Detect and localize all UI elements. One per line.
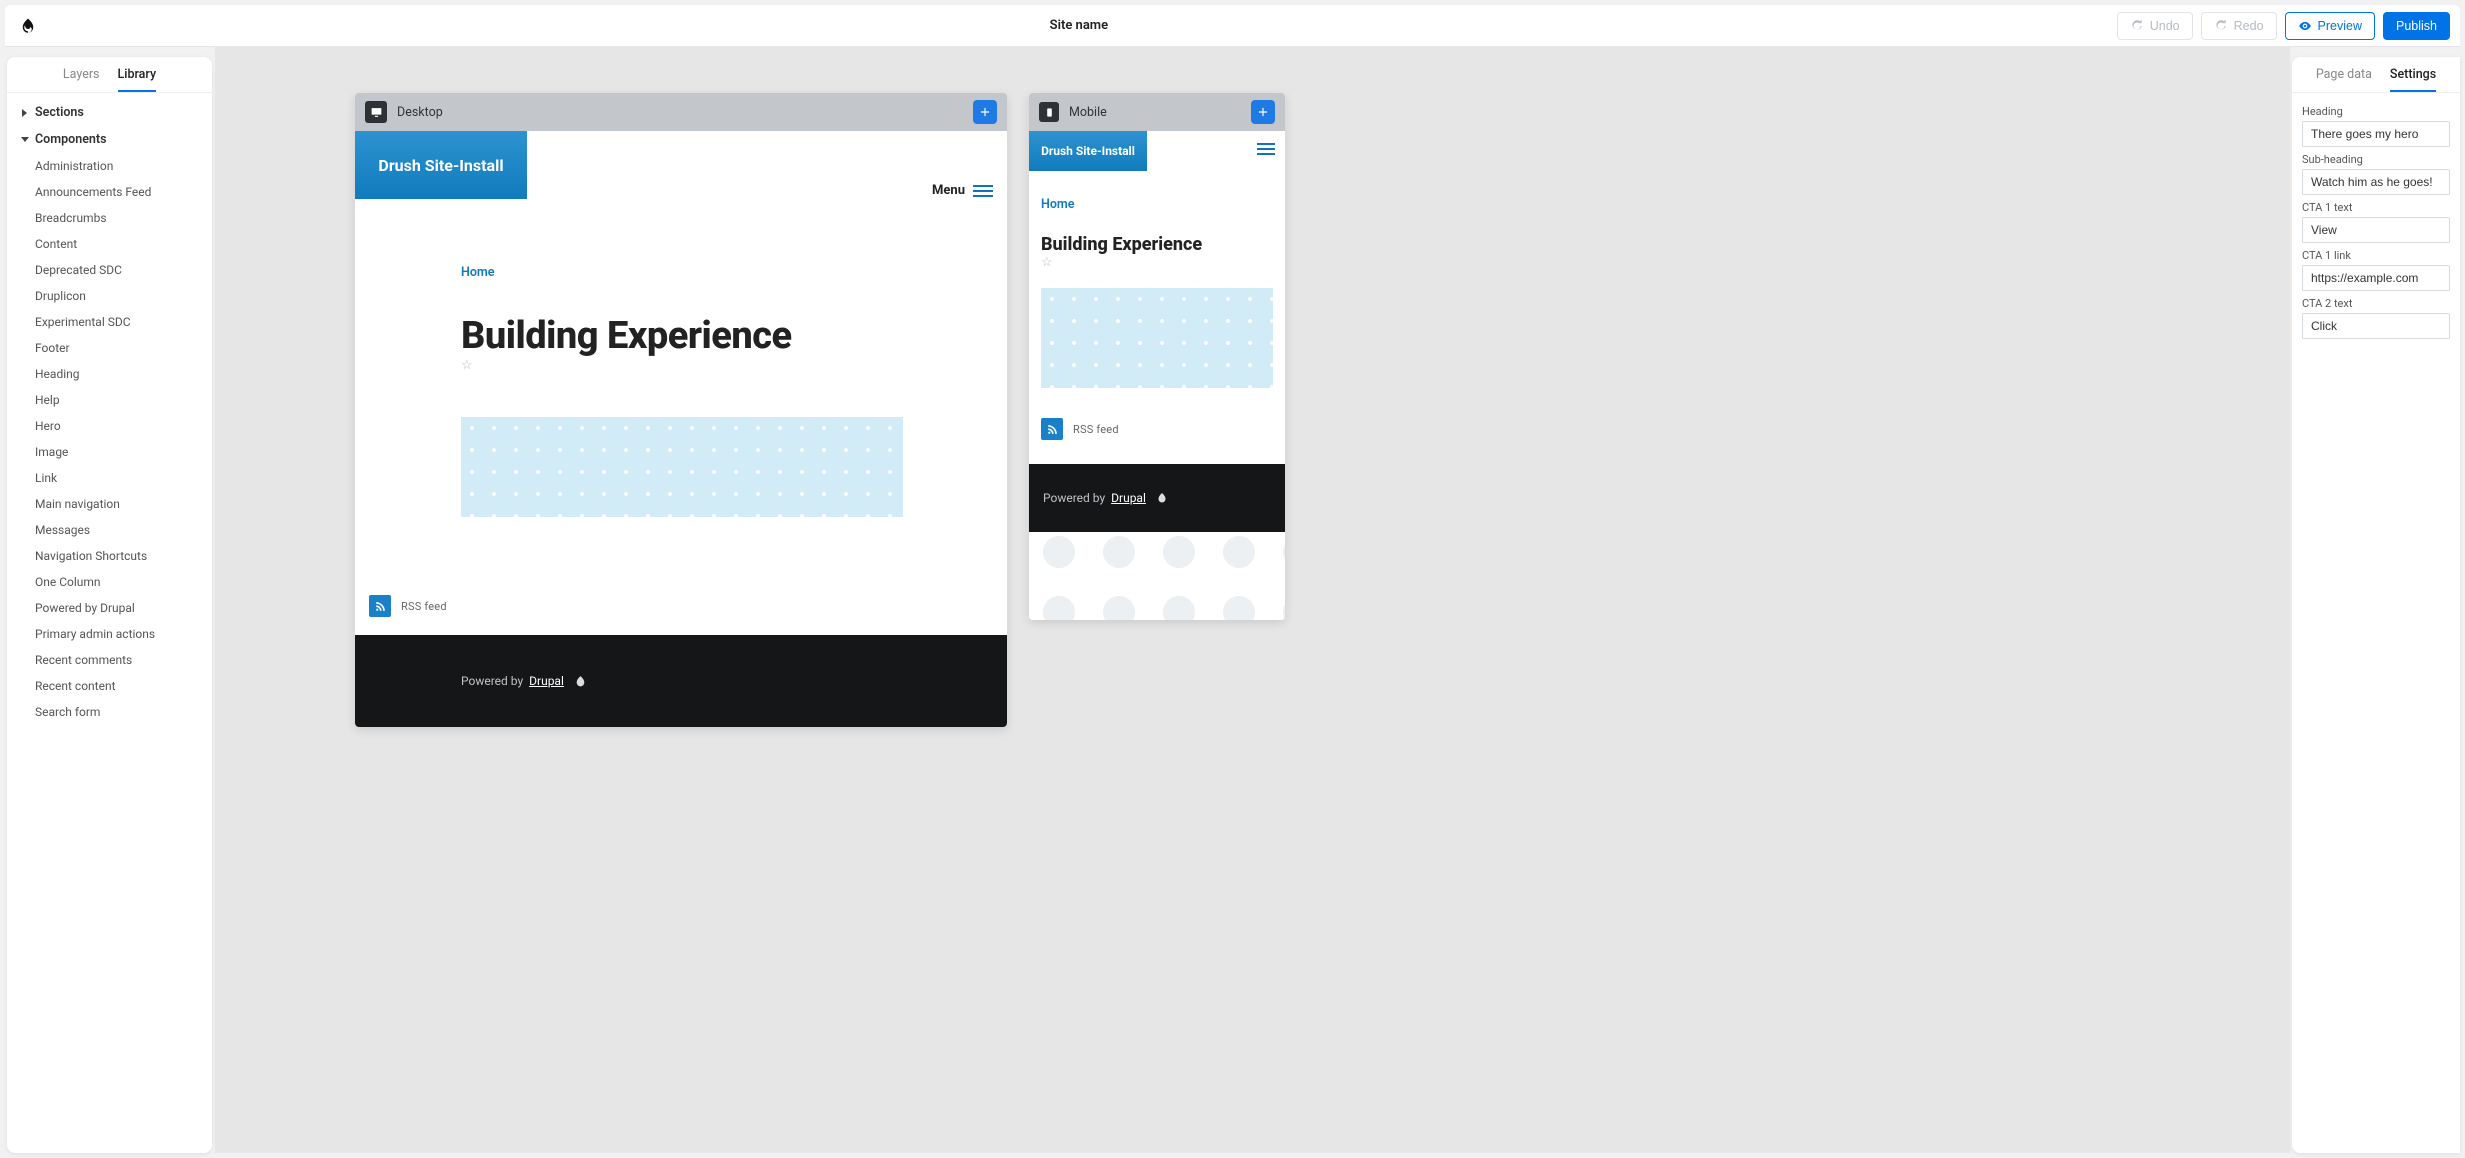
breadcrumb-mobile[interactable]: Home	[1041, 197, 1273, 212]
component-item[interactable]: Navigation Shortcuts	[7, 543, 212, 569]
rss-icon-mobile	[1041, 418, 1063, 440]
frame-mobile-add-button[interactable]	[1251, 100, 1275, 124]
frame-mobile[interactable]: Mobile Drush Site-Install Home Building …	[1029, 93, 1285, 620]
frame-desktop-bar: Desktop	[355, 93, 1007, 131]
component-item[interactable]: Heading	[7, 361, 212, 387]
preview-button[interactable]: Preview	[2285, 12, 2375, 40]
publish-label: Publish	[2396, 19, 2437, 33]
component-item[interactable]: Experimental SDC	[7, 309, 212, 335]
frame-desktop-add-button[interactable]	[973, 100, 997, 124]
page-title-desktop: Building Experience	[461, 314, 1007, 358]
hero-placeholder-desktop[interactable]	[461, 417, 903, 517]
powered-by-text: Powered by	[461, 674, 523, 688]
star-icon-mobile[interactable]: ☆	[1041, 255, 1273, 270]
tab-page-data[interactable]: Page data	[2316, 67, 2372, 92]
drupal-link[interactable]: Drupal	[529, 674, 564, 688]
cta2-text-input[interactable]	[2302, 313, 2450, 339]
drop-band-mobile	[1029, 532, 1285, 620]
hamburger-icon-mobile[interactable]	[1257, 143, 1275, 155]
preview-label: Preview	[2318, 19, 2362, 33]
rss-mobile[interactable]: RSS feed	[1041, 418, 1273, 440]
component-item[interactable]: Announcements Feed	[7, 179, 212, 205]
component-item[interactable]: Recent content	[7, 673, 212, 699]
tree-sections[interactable]: Sections	[7, 99, 212, 126]
rss-label: RSS feed	[401, 600, 447, 613]
left-panel: Layers Library Sections Components Admin…	[7, 57, 212, 1153]
component-item[interactable]: Messages	[7, 517, 212, 543]
component-item[interactable]: Main navigation	[7, 491, 212, 517]
component-item[interactable]: Primary admin actions	[7, 621, 212, 647]
redo-label: Redo	[2234, 19, 2264, 33]
top-toolbar: Site name Undo Redo Preview Publish	[5, 5, 2460, 47]
desktop-icon	[365, 101, 387, 123]
frame-mobile-bar: Mobile	[1029, 93, 1285, 131]
frame-mobile-label: Mobile	[1069, 105, 1107, 120]
page-title-mobile: Building Experience	[1041, 234, 1273, 255]
cta1-link-input[interactable]	[2302, 265, 2450, 291]
component-item[interactable]: Powered by Drupal	[7, 595, 212, 621]
subheading-label: Sub-heading	[2302, 153, 2450, 166]
powered-by-text-mobile: Powered by	[1043, 491, 1105, 505]
tree-components[interactable]: Components	[7, 126, 212, 153]
subheading-input[interactable]	[2302, 169, 2450, 195]
star-icon[interactable]: ☆	[461, 358, 1007, 373]
app-logo-icon	[15, 17, 41, 35]
right-panel: Page data Settings Heading Sub-heading C…	[2292, 57, 2460, 1153]
site-brand-desktop[interactable]: Drush Site-Install	[355, 131, 527, 199]
component-item[interactable]: Druplicon	[7, 283, 212, 309]
menu-label: Menu	[932, 183, 965, 198]
site-header-mobile: Drush Site-Install	[1029, 131, 1285, 171]
rss-label-mobile: RSS feed	[1073, 423, 1119, 436]
heading-label: Heading	[2302, 105, 2450, 118]
right-panel-tabs: Page data Settings	[2292, 57, 2460, 93]
cta1-text-input[interactable]	[2302, 217, 2450, 243]
footer-desktop: Powered by Drupal	[355, 635, 1007, 727]
drupal-link-mobile[interactable]: Drupal	[1111, 491, 1146, 505]
component-item[interactable]: Hero	[7, 413, 212, 439]
component-item[interactable]: Footer	[7, 335, 212, 361]
drupal-icon	[574, 675, 587, 688]
cta1-text-label: CTA 1 text	[2302, 201, 2450, 214]
sections-label: Sections	[35, 105, 84, 120]
breadcrumb-desktop[interactable]: Home	[461, 265, 1007, 280]
rss-desktop[interactable]: RSS feed	[369, 595, 1007, 617]
canvas[interactable]: Desktop Drush Site-Install Menu Home Bui…	[215, 47, 2290, 1153]
components-label: Components	[35, 132, 107, 147]
undo-label: Undo	[2150, 19, 2180, 33]
drupal-icon-mobile	[1156, 492, 1168, 504]
site-brand-mobile[interactable]: Drush Site-Install	[1029, 131, 1147, 171]
component-item[interactable]: Link	[7, 465, 212, 491]
tab-library[interactable]: Library	[118, 67, 157, 92]
tab-layers[interactable]: Layers	[63, 67, 100, 92]
site-name: Site name	[41, 18, 2117, 33]
mobile-icon	[1039, 102, 1059, 122]
redo-button[interactable]: Redo	[2201, 12, 2277, 40]
footer-mobile: Powered by Drupal	[1029, 464, 1285, 532]
hero-placeholder-mobile[interactable]	[1041, 288, 1273, 388]
component-item[interactable]: Help	[7, 387, 212, 413]
cta2-text-label: CTA 2 text	[2302, 297, 2450, 310]
cta1-link-label: CTA 1 link	[2302, 249, 2450, 262]
tab-settings[interactable]: Settings	[2390, 67, 2436, 92]
component-item[interactable]: Search form	[7, 699, 212, 725]
component-item[interactable]: Content	[7, 231, 212, 257]
hamburger-icon	[973, 185, 993, 197]
component-item[interactable]: Recent comments	[7, 647, 212, 673]
publish-button[interactable]: Publish	[2383, 12, 2450, 40]
frame-desktop-label: Desktop	[397, 105, 443, 120]
component-item[interactable]: Administration	[7, 153, 212, 179]
component-item[interactable]: Deprecated SDC	[7, 257, 212, 283]
undo-button[interactable]: Undo	[2117, 12, 2193, 40]
site-menu-desktop[interactable]: Menu	[932, 183, 993, 198]
left-panel-tabs: Layers Library	[7, 57, 212, 93]
component-item[interactable]: Breadcrumbs	[7, 205, 212, 231]
caret-down-icon	[21, 136, 29, 144]
rss-icon	[369, 595, 391, 617]
component-item[interactable]: Image	[7, 439, 212, 465]
frame-desktop[interactable]: Desktop Drush Site-Install Menu Home Bui…	[355, 93, 1007, 727]
heading-input[interactable]	[2302, 121, 2450, 147]
component-item[interactable]: One Column	[7, 569, 212, 595]
site-header-desktop: Drush Site-Install Menu	[355, 131, 1007, 249]
caret-right-icon	[21, 109, 29, 117]
